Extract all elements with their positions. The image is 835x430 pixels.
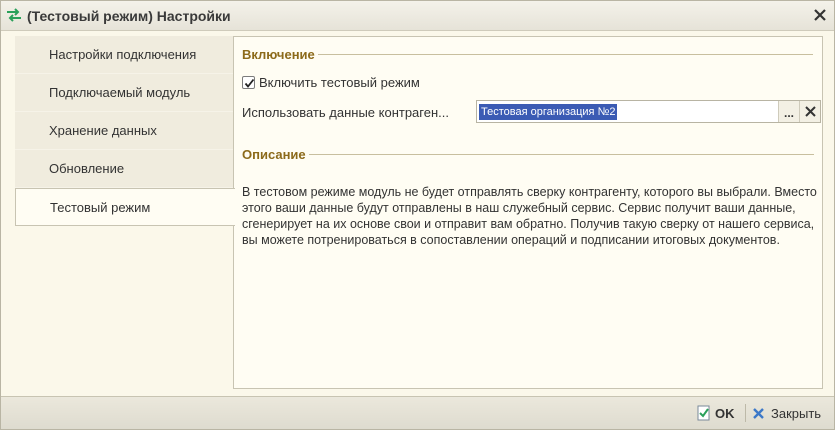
tab-label: Тестовый режим [50,200,151,215]
section-heading-text: Описание [242,147,306,162]
dialog-footer: OK Закрыть [1,396,834,429]
select-button[interactable]: ... [778,101,799,122]
title-bar: (Тестовый режим) Настройки [1,1,834,31]
settings-tab-list: Настройки подключения Подключаемый модул… [15,36,235,227]
tab-connection-settings[interactable]: Настройки подключения [15,36,234,74]
checkbox-label: Включить тестовый режим [259,75,420,90]
window-title: (Тестовый режим) Настройки [27,8,231,24]
section-divider [308,154,814,155]
counterparty-input[interactable]: Тестовая организация №2 ... [476,100,821,123]
clear-x-icon [804,106,816,117]
close-icon[interactable] [812,7,828,23]
close-label: Закрыть [771,405,822,421]
counterparty-field-label: Использовать данные контраген... [242,105,449,120]
section-divider [317,54,813,55]
settings-window: (Тестовый режим) Настройки Настройки под… [0,0,835,430]
footer-separator [745,404,746,422]
tab-data-storage[interactable]: Хранение данных [15,112,234,150]
checkmark-icon [244,78,255,88]
clear-button[interactable] [799,101,820,122]
swap-arrows-icon [6,7,22,23]
section-heading-text: Включение [242,47,315,62]
section-heading-enable: Включение [242,47,813,62]
test-mode-description: В тестовом режиме модуль не будет отправ… [242,185,817,247]
tab-label: Хранение данных [49,123,157,138]
close-button[interactable]: Закрыть [752,404,821,422]
tab-plugin-module[interactable]: Подключаемый модуль [15,74,234,112]
enable-test-mode-checkbox[interactable]: Включить тестовый режим [242,75,420,90]
section-heading-description: Описание [242,147,814,162]
blue-x-icon [753,407,764,419]
tab-label: Настройки подключения [49,47,197,62]
tab-update[interactable]: Обновление [15,150,234,188]
checkbox-box[interactable] [242,76,255,89]
counterparty-value[interactable]: Тестовая организация №2 [479,104,618,120]
document-check-icon [697,405,710,421]
tab-content-panel: Включение Включить тестовый режим Исполь… [233,36,823,389]
tab-label: Обновление [49,161,125,176]
tab-label: Подключаемый модуль [49,85,191,100]
ok-button[interactable]: OK [697,404,735,422]
ellipsis-icon: ... [783,105,794,120]
ok-label: OK [715,405,735,421]
tab-test-mode[interactable]: Тестовый режим [15,188,235,226]
